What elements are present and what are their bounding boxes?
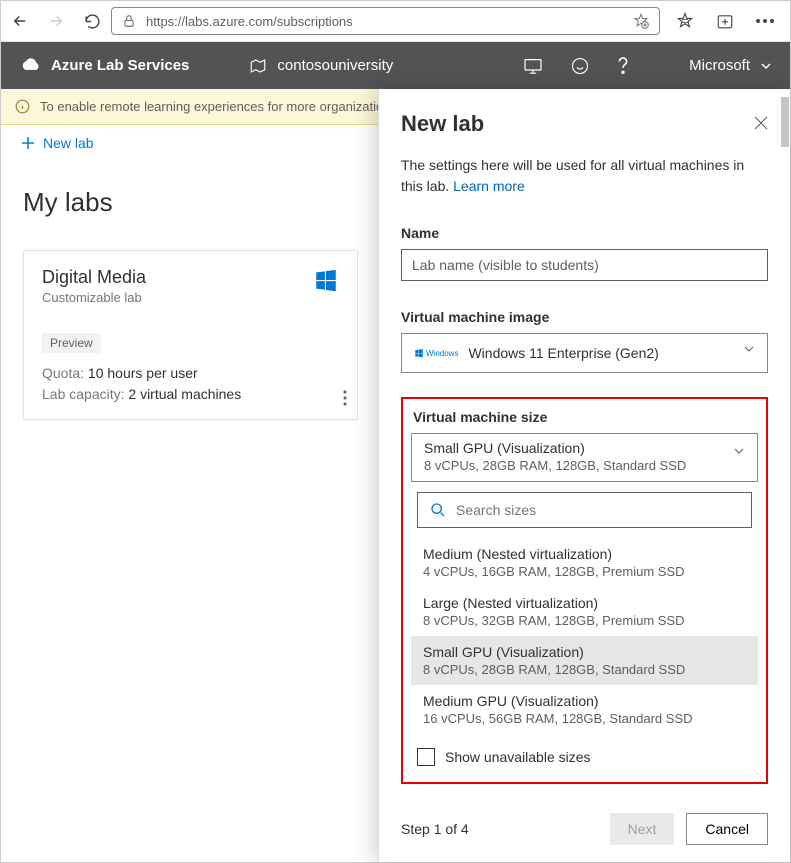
vm-size-select[interactable]: Small GPU (Visualization) 8 vCPUs, 28GB … — [411, 433, 758, 482]
selected-size-name: Small GPU (Visualization) — [424, 440, 745, 456]
chevron-down-icon — [743, 342, 755, 358]
card-more-button[interactable] — [343, 390, 347, 409]
size-option-name: Small GPU (Visualization) — [423, 644, 746, 660]
size-option[interactable]: Medium GPU (Visualization) 16 vCPUs, 56GB… — [411, 685, 758, 734]
chevron-down-icon — [760, 60, 772, 72]
vm-image-label: Virtual machine image — [401, 309, 768, 325]
tenant-label: contosouniversity — [277, 57, 393, 74]
next-button[interactable]: Next — [610, 813, 675, 845]
size-option-name: Medium GPU (Visualization) — [423, 693, 746, 709]
address-bar[interactable]: https://labs.azure.com/subscriptions — [111, 7, 660, 35]
vm-image-value: Windows 11 Enterprise (Gen2) — [468, 345, 658, 361]
close-button[interactable] — [754, 116, 768, 133]
size-option[interactable]: Large (Nested virtualization) 8 vCPUs, 32… — [411, 587, 758, 636]
account-label: Microsoft — [689, 57, 750, 74]
new-lab-button[interactable]: New lab — [21, 135, 94, 151]
panel-description: The settings here will be used for all v… — [401, 155, 768, 197]
more-icon[interactable] — [756, 19, 774, 23]
monitor-icon[interactable] — [523, 58, 543, 74]
windows-icon — [313, 267, 339, 296]
search-icon — [430, 502, 446, 518]
vm-size-section-highlight: Virtual machine size Small GPU (Visualiz… — [401, 397, 768, 784]
panel-title: New lab — [401, 111, 484, 137]
feedback-icon[interactable] — [571, 57, 589, 75]
quota-value: 10 hours per user — [88, 365, 198, 381]
show-unavailable-row[interactable]: Show unavailable sizes — [417, 748, 752, 766]
learn-more-link[interactable]: Learn more — [453, 178, 525, 194]
add-favorite-icon[interactable] — [633, 13, 649, 29]
vm-size-label: Virtual machine size — [413, 409, 758, 425]
size-option[interactable]: Small GPU (Visualization) 8 vCPUs, 28GB R… — [411, 636, 758, 685]
vm-image-select[interactable]: Windows Windows 11 Enterprise (Gen2) — [401, 333, 768, 373]
windows-icon: Windows — [414, 348, 458, 358]
capacity-value: 2 virtual machines — [128, 386, 241, 402]
new-lab-label: New lab — [43, 135, 94, 151]
size-option-detail: 4 vCPUs, 16GB RAM, 128GB, Premium SSD — [423, 564, 746, 579]
forward-button[interactable] — [47, 12, 65, 30]
url-text: https://labs.azure.com/subscriptions — [146, 14, 623, 29]
checkbox-icon[interactable] — [417, 748, 435, 766]
lab-name-input[interactable] — [401, 249, 768, 281]
info-icon — [15, 99, 30, 114]
size-option-name: Medium (Nested virtualization) — [423, 546, 746, 562]
account-menu[interactable]: Microsoft — [689, 57, 772, 74]
brand-icon — [19, 58, 41, 74]
search-sizes-input[interactable] — [456, 502, 739, 518]
card-title: Digital Media — [42, 267, 339, 288]
brand-label: Azure Lab Services — [51, 57, 189, 74]
size-option-name: Large (Nested virtualization) — [423, 595, 746, 611]
panel-scrollbar[interactable] — [780, 89, 790, 862]
size-option-detail: 8 vCPUs, 28GB RAM, 128GB, Standard SSD — [423, 662, 746, 677]
size-option-detail: 8 vCPUs, 32GB RAM, 128GB, Premium SSD — [423, 613, 746, 628]
show-unavailable-label: Show unavailable sizes — [445, 749, 591, 765]
plus-icon — [21, 136, 35, 150]
tenant-picker[interactable]: contosouniversity — [249, 57, 393, 75]
browser-toolbar: https://labs.azure.com/subscriptions — [1, 1, 790, 42]
cancel-button[interactable]: Cancel — [686, 813, 768, 845]
size-dropdown: Medium (Nested virtualization) 4 vCPUs, 1… — [411, 492, 758, 766]
name-label: Name — [401, 225, 768, 241]
size-options-list[interactable]: Medium (Nested virtualization) 4 vCPUs, 1… — [411, 538, 758, 734]
search-sizes-box[interactable] — [417, 492, 752, 528]
help-icon[interactable] — [617, 57, 629, 75]
lab-card[interactable]: Digital Media Customizable lab Preview Q… — [23, 250, 358, 420]
back-button[interactable] — [11, 12, 29, 30]
close-icon — [754, 116, 768, 130]
collections-icon[interactable] — [716, 12, 734, 30]
card-subtitle: Customizable lab — [42, 290, 339, 305]
tenant-icon — [249, 57, 267, 75]
favorites-icon[interactable] — [676, 12, 694, 30]
capacity-label: Lab capacity: — [42, 386, 125, 402]
selected-size-detail: 8 vCPUs, 28GB RAM, 128GB, Standard SSD — [424, 458, 745, 473]
quota-label: Quota: — [42, 365, 84, 381]
step-indicator: Step 1 of 4 — [401, 821, 598, 837]
lock-icon — [122, 14, 136, 28]
refresh-button[interactable] — [83, 12, 101, 30]
azure-top-nav: Azure Lab Services contosouniversity Mic… — [1, 42, 790, 89]
size-option[interactable]: Medium (Nested virtualization) 4 vCPUs, 1… — [411, 538, 758, 587]
panel-footer: Step 1 of 4 Next Cancel — [379, 806, 790, 862]
brand[interactable]: Azure Lab Services — [19, 57, 189, 74]
new-lab-panel: New lab The settings here will be used f… — [378, 89, 790, 862]
size-option-detail: 16 vCPUs, 56GB RAM, 128GB, Standard SSD — [423, 711, 746, 726]
chevron-down-icon — [733, 444, 745, 460]
preview-tag: Preview — [42, 333, 101, 353]
